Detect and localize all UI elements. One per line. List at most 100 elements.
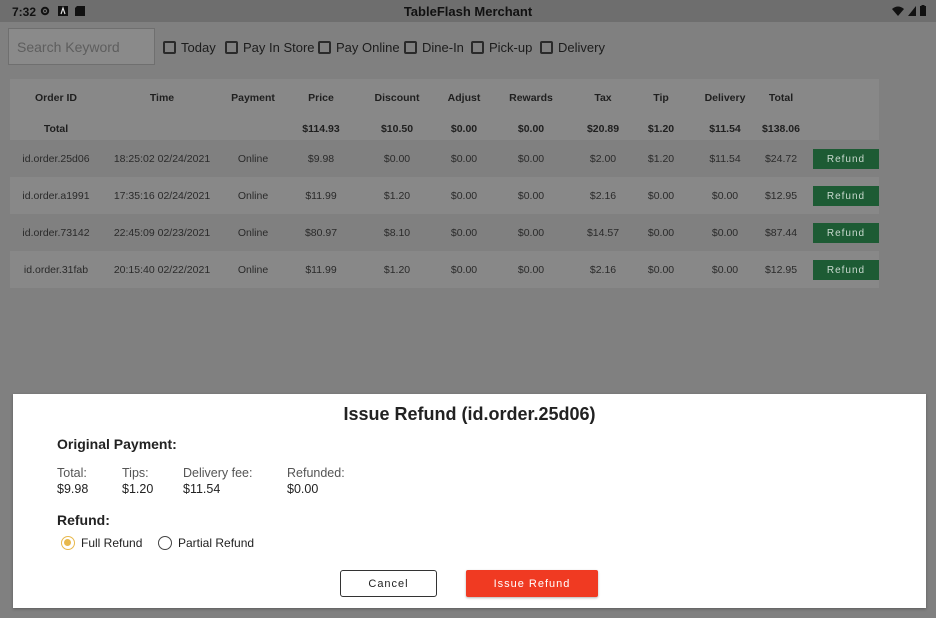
table-cell: $10.50 [380,122,414,135]
filter-label: Pick-up [489,40,533,55]
refund-button[interactable]: Refund [813,223,879,243]
table-cell: $1.20 [647,122,675,135]
table-row: id.order.a1991 17:35:16 02/24/2021 Online $… [10,177,879,214]
full-refund-option[interactable]: Full Refund [61,536,142,550]
table-cell: $1.20 [383,263,411,276]
table-cell: $1.20 [383,189,411,202]
table-cell: Order ID [34,92,77,104]
table-cell: $138.06 [762,122,800,135]
info-total: Total: $9.98 [57,466,88,496]
table-cell: 18:25:02 02/24/2021 [113,152,211,165]
checkbox[interactable] [540,41,553,54]
tips-value: $1.20 [122,482,154,496]
issue-refund-button[interactable]: Issue Refund [466,570,598,597]
table-cell: id.order.a1991 [22,189,90,202]
filter-pick-up[interactable]: Pick-up [471,40,532,55]
search-input[interactable] [8,28,155,65]
table-cell: $0.00 [383,152,411,165]
table-cell: Total [43,122,69,135]
refund-button[interactable]: Refund [813,149,879,169]
table-cell: $0.00 [450,152,478,165]
table-cell: Tip [653,92,669,104]
table-cell: $80.97 [304,226,338,239]
table-cell: Price [308,92,334,104]
radio-unselected-icon[interactable] [158,536,172,550]
refund-heading: Refund: [57,512,110,528]
cancel-button[interactable]: Cancel [340,570,437,597]
table-cell: $0.00 [450,263,478,276]
table-cell: id.order.25d06 [22,152,90,165]
original-payment-heading: Original Payment: [57,436,177,452]
filter-pay-in-store[interactable]: Pay In Store [225,40,315,55]
checkbox[interactable] [471,41,484,54]
filter-label: Dine-In [422,40,464,55]
filter-dine-in[interactable]: Dine-In [404,40,464,55]
table-cell: $2.16 [589,189,617,202]
table-row: id.order.31fab 20:15:40 02/22/2021 Online $… [10,251,879,288]
table-cell [222,117,284,140]
info-tips: Tips: $1.20 [122,466,153,496]
refunded-value: $0.00 [287,482,319,496]
table-cell: $114.93 [302,122,340,135]
filter-delivery[interactable]: Delivery [540,40,605,55]
filter-bar: Today Pay In Store Pay Online Dine-In Pi… [0,22,936,72]
checkbox[interactable] [318,41,331,54]
radio-selected-icon[interactable] [61,536,75,550]
table-row: id.order.73142 22:45:09 02/23/2021 Online $… [10,214,879,251]
full-refund-label: Full Refund [81,536,143,550]
info-delivery-fee: Delivery fee: $11.54 [183,466,252,496]
table-cell: Online [237,152,269,165]
table-cell: $24.72 [764,152,798,165]
refund-button[interactable]: Refund [813,186,879,206]
table-cell: Online [237,263,269,276]
checkbox[interactable] [404,41,417,54]
delivery-fee-value: $11.54 [183,482,221,496]
table-cell: Online [237,226,269,239]
table-cell: $2.00 [589,152,617,165]
partial-refund-label: Partial Refund [178,536,255,550]
filter-pay-online[interactable]: Pay Online [318,40,400,55]
refunded-label: Refunded: [287,466,345,480]
app-title: TableFlash Merchant [403,4,533,19]
table-cell: Payment [231,92,275,104]
refund-button[interactable]: Refund [813,260,879,280]
orders-table: Order ID Time Payment Price Discount Adjust Re… [10,79,879,288]
tips-label: Tips: [122,466,149,480]
table-cell: $0.00 [517,226,545,239]
table-cell: $12.95 [764,263,798,276]
table-total-row: Total $114.93 $10.50 $0.00 $0.00 $20.89 $1.20 $… [10,117,879,140]
table-cell: $11.99 [305,263,337,276]
table-cell: $11.99 [305,189,337,202]
table-cell: Rewards [509,92,553,104]
table-cell: $87.44 [764,226,798,239]
table-cell: $0.00 [450,189,478,202]
total-label: Total: [57,466,87,480]
table-cell: $0.00 [450,226,478,239]
table-cell: $0.00 [517,263,545,276]
table-cell: $0.00 [647,263,675,276]
table-cell: Adjust [447,92,481,104]
table-row: id.order.25d06 18:25:02 02/24/2021 Online $… [10,140,879,177]
partial-refund-option[interactable]: Partial Refund [158,536,254,550]
table-cell: 20:15:40 02/22/2021 [113,263,211,276]
signal-icon [908,5,916,16]
filter-today[interactable]: Today [163,40,216,55]
delivery-fee-label: Delivery fee: [183,466,253,480]
table-cell: Tax [594,92,612,104]
checkbox[interactable] [163,41,176,54]
table-cell: $0.00 [647,226,675,239]
table-header-row: Order ID Time Payment Price Discount Adjust Re… [10,79,879,117]
table-cell: $14.57 [586,226,620,239]
table-cell: 22:45:09 02/23/2021 [113,226,211,239]
table-cell: $1.20 [647,152,675,165]
table-cell: Time [149,92,175,104]
checkbox[interactable] [225,41,238,54]
table-cell: $20.89 [586,122,620,135]
status-right-icons [892,5,926,16]
table-cell: $0.00 [450,122,478,135]
filter-label: Delivery [558,40,605,55]
status-bar: 7:32 TableFlash Merchant [0,0,936,22]
table-cell: $0.00 [647,189,675,202]
total-value: $9.98 [57,482,89,496]
table-cell: Online [237,189,269,202]
